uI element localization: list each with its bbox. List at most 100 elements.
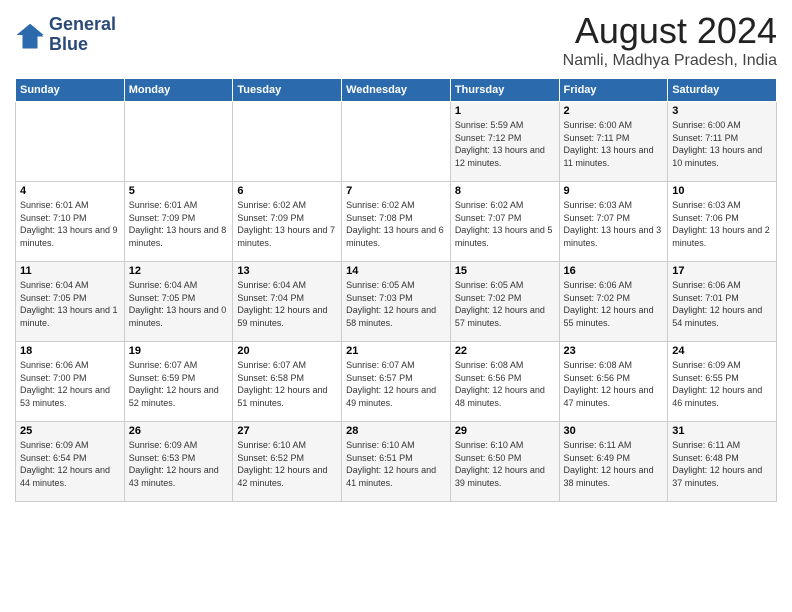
day-number: 22 xyxy=(455,345,555,357)
day-info: Sunrise: 6:06 AM Sunset: 7:02 PM Dayligh… xyxy=(564,279,664,329)
col-header-thursday: Thursday xyxy=(450,79,559,102)
day-info: Sunrise: 6:06 AM Sunset: 7:00 PM Dayligh… xyxy=(20,359,120,409)
calendar-cell: 22 Sunrise: 6:08 AM Sunset: 6:56 PM Dayli… xyxy=(450,342,559,422)
day-info: Sunrise: 6:09 AM Sunset: 6:55 PM Dayligh… xyxy=(672,359,772,409)
day-info: Sunrise: 6:10 AM Sunset: 6:51 PM Dayligh… xyxy=(346,439,446,489)
calendar-cell xyxy=(233,102,342,182)
day-info: Sunrise: 6:03 AM Sunset: 7:07 PM Dayligh… xyxy=(564,199,664,249)
day-info: Sunrise: 6:03 AM Sunset: 7:06 PM Dayligh… xyxy=(672,199,772,249)
day-info: Sunrise: 6:02 AM Sunset: 7:07 PM Dayligh… xyxy=(455,199,555,249)
logo-text: General Blue xyxy=(49,15,116,55)
logo-icon xyxy=(15,20,45,50)
calendar-cell: 17Sunrise: 6:06 AM Sunset: 7:01 PM Dayli… xyxy=(668,262,777,342)
day-info: Sunrise: 6:09 AM Sunset: 6:54 PM Dayligh… xyxy=(20,439,120,489)
day-info: Sunrise: 6:08 AM Sunset: 6:56 PM Dayligh… xyxy=(455,359,555,409)
day-number: 1 xyxy=(455,105,555,117)
calendar-cell: 3 Sunrise: 6:00 AM Sunset: 7:11 PM Daylig… xyxy=(668,102,777,182)
day-number: 24 xyxy=(672,345,772,357)
calendar-cell: 7Sunrise: 6:02 AM Sunset: 7:08 PM Daylig… xyxy=(342,182,451,262)
day-info: Sunrise: 6:04 AM Sunset: 7:05 PM Dayligh… xyxy=(129,279,229,329)
day-number: 20 xyxy=(237,345,337,357)
day-info: Sunrise: 6:02 AM Sunset: 7:09 PM Dayligh… xyxy=(237,199,337,249)
day-info: Sunrise: 6:08 AM Sunset: 6:56 PM Dayligh… xyxy=(564,359,664,409)
calendar-cell: 15Sunrise: 6:05 AM Sunset: 7:02 PM Dayli… xyxy=(450,262,559,342)
calendar-cell: 12 Sunrise: 6:04 AM Sunset: 7:05 PM Dayli… xyxy=(124,262,233,342)
location: Namli, Madhya Pradesh, India xyxy=(563,52,777,70)
day-number: 17 xyxy=(672,265,772,277)
day-info: Sunrise: 6:07 AM Sunset: 6:57 PM Dayligh… xyxy=(346,359,446,409)
day-number: 30 xyxy=(564,425,664,437)
day-number: 11 xyxy=(20,265,120,277)
day-number: 14 xyxy=(346,265,446,277)
day-number: 16 xyxy=(564,265,664,277)
calendar-cell: 25 Sunrise: 6:09 AM Sunset: 6:54 PM Dayli… xyxy=(16,422,125,502)
col-header-wednesday: Wednesday xyxy=(342,79,451,102)
day-info: Sunrise: 6:07 AM Sunset: 6:59 PM Dayligh… xyxy=(129,359,229,409)
day-info: Sunrise: 6:00 AM Sunset: 7:11 PM Dayligh… xyxy=(564,119,664,169)
month-title: August 2024 xyxy=(563,10,777,52)
calendar-cell: 5 Sunrise: 6:01 AM Sunset: 7:09 PM Daylig… xyxy=(124,182,233,262)
calendar-cell: 30Sunrise: 6:11 AM Sunset: 6:49 PM Dayli… xyxy=(559,422,668,502)
title-block: August 2024 Namli, Madhya Pradesh, India xyxy=(563,10,777,70)
col-header-tuesday: Tuesday xyxy=(233,79,342,102)
col-header-friday: Friday xyxy=(559,79,668,102)
calendar-cell: 1 Sunrise: 5:59 AM Sunset: 7:12 PM Daylig… xyxy=(450,102,559,182)
header: General Blue August 2024 Namli, Madhya P… xyxy=(15,10,777,70)
day-number: 7 xyxy=(346,185,446,197)
calendar-cell: 10 Sunrise: 6:03 AM Sunset: 7:06 PM Dayli… xyxy=(668,182,777,262)
calendar-cell: 26Sunrise: 6:09 AM Sunset: 6:53 PM Dayli… xyxy=(124,422,233,502)
calendar-cell: 21 Sunrise: 6:07 AM Sunset: 6:57 PM Dayli… xyxy=(342,342,451,422)
day-info: Sunrise: 6:10 AM Sunset: 6:50 PM Dayligh… xyxy=(455,439,555,489)
calendar-cell xyxy=(124,102,233,182)
page: General Blue August 2024 Namli, Madhya P… xyxy=(0,0,792,512)
calendar-cell: 4 Sunrise: 6:01 AM Sunset: 7:10 PM Daylig… xyxy=(16,182,125,262)
calendar-cell xyxy=(342,102,451,182)
day-number: 27 xyxy=(237,425,337,437)
day-info: Sunrise: 6:10 AM Sunset: 6:52 PM Dayligh… xyxy=(237,439,337,489)
day-number: 15 xyxy=(455,265,555,277)
calendar-cell: 16 Sunrise: 6:06 AM Sunset: 7:02 PM Dayli… xyxy=(559,262,668,342)
day-number: 21 xyxy=(346,345,446,357)
day-number: 3 xyxy=(672,105,772,117)
day-number: 23 xyxy=(564,345,664,357)
day-info: Sunrise: 5:59 AM Sunset: 7:12 PM Dayligh… xyxy=(455,119,555,169)
day-info: Sunrise: 6:04 AM Sunset: 7:05 PM Dayligh… xyxy=(20,279,120,329)
calendar-cell: 6 Sunrise: 6:02 AM Sunset: 7:09 PM Daylig… xyxy=(233,182,342,262)
calendar-table: SundayMondayTuesdayWednesdayThursdayFrid… xyxy=(15,78,777,502)
calendar-cell: 28Sunrise: 6:10 AM Sunset: 6:51 PM Dayli… xyxy=(342,422,451,502)
day-number: 29 xyxy=(455,425,555,437)
calendar-cell: 27 Sunrise: 6:10 AM Sunset: 6:52 PM Dayli… xyxy=(233,422,342,502)
col-header-sunday: Sunday xyxy=(16,79,125,102)
logo: General Blue xyxy=(15,15,116,55)
calendar-cell: 14 Sunrise: 6:05 AM Sunset: 7:03 PM Dayli… xyxy=(342,262,451,342)
calendar-cell: 29 Sunrise: 6:10 AM Sunset: 6:50 PM Dayli… xyxy=(450,422,559,502)
day-number: 8 xyxy=(455,185,555,197)
day-number: 18 xyxy=(20,345,120,357)
calendar-cell: 31 Sunrise: 6:11 AM Sunset: 6:48 PM Dayli… xyxy=(668,422,777,502)
day-number: 10 xyxy=(672,185,772,197)
day-number: 31 xyxy=(672,425,772,437)
day-info: Sunrise: 6:04 AM Sunset: 7:04 PM Dayligh… xyxy=(237,279,337,329)
calendar-cell: 9 Sunrise: 6:03 AM Sunset: 7:07 PM Daylig… xyxy=(559,182,668,262)
day-info: Sunrise: 6:11 AM Sunset: 6:48 PM Dayligh… xyxy=(672,439,772,489)
calendar-cell: 19 Sunrise: 6:07 AM Sunset: 6:59 PM Dayli… xyxy=(124,342,233,422)
calendar-cell: 23 Sunrise: 6:08 AM Sunset: 6:56 PM Dayli… xyxy=(559,342,668,422)
calendar-cell: 18 Sunrise: 6:06 AM Sunset: 7:00 PM Dayli… xyxy=(16,342,125,422)
calendar-cell xyxy=(16,102,125,182)
day-info: Sunrise: 6:01 AM Sunset: 7:10 PM Dayligh… xyxy=(20,199,120,249)
day-info: Sunrise: 6:05 AM Sunset: 7:03 PM Dayligh… xyxy=(346,279,446,329)
day-number: 12 xyxy=(129,265,229,277)
day-info: Sunrise: 6:09 AM Sunset: 6:53 PM Dayligh… xyxy=(129,439,229,489)
day-number: 4 xyxy=(20,185,120,197)
day-number: 19 xyxy=(129,345,229,357)
day-number: 9 xyxy=(564,185,664,197)
day-info: Sunrise: 6:00 AM Sunset: 7:11 PM Dayligh… xyxy=(672,119,772,169)
calendar-cell: 11 Sunrise: 6:04 AM Sunset: 7:05 PM Dayli… xyxy=(16,262,125,342)
day-number: 25 xyxy=(20,425,120,437)
day-number: 2 xyxy=(564,105,664,117)
calendar-cell: 24 Sunrise: 6:09 AM Sunset: 6:55 PM Dayli… xyxy=(668,342,777,422)
day-info: Sunrise: 6:01 AM Sunset: 7:09 PM Dayligh… xyxy=(129,199,229,249)
calendar-cell: 13Sunrise: 6:04 AM Sunset: 7:04 PM Dayli… xyxy=(233,262,342,342)
day-number: 5 xyxy=(129,185,229,197)
day-number: 6 xyxy=(237,185,337,197)
